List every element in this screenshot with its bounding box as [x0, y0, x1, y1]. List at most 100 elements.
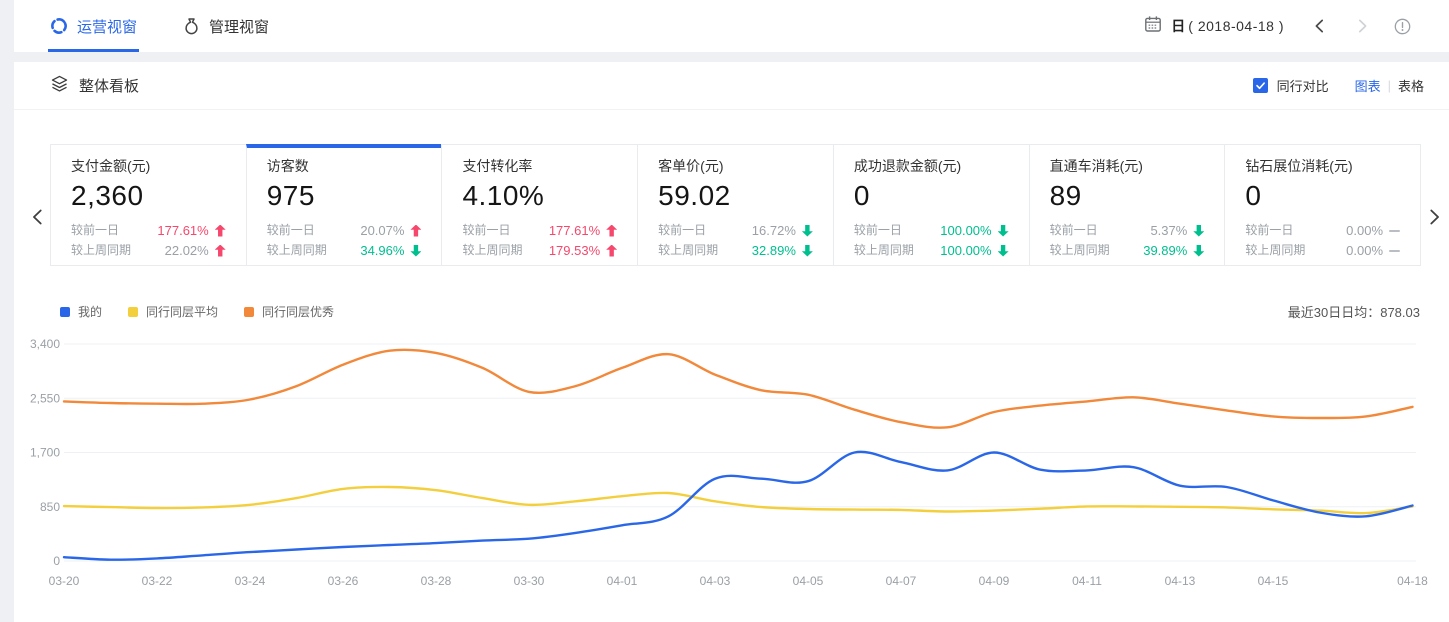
metric-title: 直通车消耗(元): [1050, 158, 1205, 175]
compare-value: 177.61%: [157, 223, 208, 238]
compare-value: 100.00%: [940, 243, 991, 258]
cards-scroll-right-button[interactable]: [1425, 208, 1443, 226]
view-toggle-divider: |: [1388, 78, 1391, 93]
legend-item-mine[interactable]: 我的: [60, 303, 102, 320]
svg-text:1,700: 1,700: [30, 446, 60, 460]
metric-card-diamond-cost[interactable]: 钻石展位消耗(元) 0 较前一日 0.00% 较上周同期 0.00%: [1224, 144, 1421, 266]
compare-last-week-row: 较上周同期 179.53%: [462, 243, 617, 258]
tab-operation-view[interactable]: 运营视窗: [50, 0, 137, 52]
compare-prev-day-row: 较前一日 16.72%: [658, 223, 813, 238]
overview-panel: 整体看板 同行对比 图表 | 表格 支付金额(元) 2,360 较前一日 177…: [14, 62, 1449, 622]
metric-value: 59.02: [658, 180, 813, 212]
svg-text:04-13: 04-13: [1165, 574, 1196, 588]
calendar-icon: [1144, 15, 1162, 38]
compare-last-week-row: 较上周同期 0.00%: [1245, 243, 1400, 258]
compare-label: 较上周同期: [658, 243, 718, 258]
metric-title: 支付转化率: [462, 158, 617, 175]
top-nav-bar: 运营视窗 管理视窗 日 ( 2018-04-18 ): [14, 0, 1449, 52]
metric-title: 访客数: [267, 158, 422, 175]
prev-date-button[interactable]: [1312, 18, 1328, 34]
svg-text:03-26: 03-26: [328, 574, 359, 588]
compare-last-week-row: 较上周同期 22.02%: [71, 243, 226, 258]
svg-text:3,400: 3,400: [30, 337, 60, 351]
compare-label: 较前一日: [658, 223, 706, 238]
compare-value: 16.72%: [752, 223, 796, 238]
svg-text:03-20: 03-20: [49, 574, 80, 588]
avg-30d-label: 最近30日日均：878.03: [1288, 302, 1420, 321]
trend-arrow-icon: [606, 245, 617, 257]
metric-value: 2,360: [71, 180, 226, 212]
svg-text:03-22: 03-22: [142, 574, 173, 588]
metric-card-refund-amount[interactable]: 成功退款金额(元) 0 较前一日 100.00% 较上周同期 100.00%: [833, 144, 1030, 266]
svg-text:0: 0: [53, 554, 60, 568]
trend-line-chart: 08501,7002,5503,40003-2003-2203-2403-260…: [14, 333, 1449, 608]
legend-label: 我的: [78, 303, 102, 320]
compare-prev-day-row: 较前一日 177.61%: [462, 223, 617, 238]
trend-arrow-icon: [998, 225, 1009, 237]
metric-card-payment-amount[interactable]: 支付金额(元) 2,360 较前一日 177.61% 较上周同期 22.02%: [50, 144, 247, 266]
metric-title: 客单价(元): [658, 158, 813, 175]
metric-card-ztc-cost[interactable]: 直通车消耗(元) 89 较前一日 5.37% 较上周同期 39.89%: [1029, 144, 1226, 266]
svg-text:04-05: 04-05: [793, 574, 824, 588]
view-toggle-chart[interactable]: 图表: [1355, 76, 1381, 95]
compare-value: 32.89%: [752, 243, 796, 258]
svg-text:03-30: 03-30: [514, 574, 545, 588]
date-granularity[interactable]: 日: [1171, 16, 1185, 36]
board-title: 整体看板: [79, 75, 139, 96]
metric-title: 支付金额(元): [71, 158, 226, 175]
trend-arrow-icon: [215, 225, 226, 237]
peer-compare-label[interactable]: 同行对比: [1277, 76, 1329, 95]
compare-value: 20.07%: [360, 223, 404, 238]
compare-label: 较前一日: [1245, 223, 1293, 238]
compare-prev-day-row: 较前一日 5.37%: [1050, 223, 1205, 238]
compare-label: 较前一日: [1050, 223, 1098, 238]
trend-arrow-icon: [606, 225, 617, 237]
compare-value: 0.00%: [1346, 243, 1383, 258]
trend-arrow-icon: [1389, 230, 1400, 232]
metric-cards-row: 支付金额(元) 2,360 较前一日 177.61% 较上周同期 22.02% …: [50, 144, 1421, 266]
compare-prev-day-row: 较前一日 100.00%: [854, 223, 1009, 238]
compare-last-week-row: 较上周同期 39.89%: [1050, 243, 1205, 258]
legend-item-peer-best[interactable]: 同行同层优秀: [244, 303, 334, 320]
trend-arrow-icon: [1193, 245, 1204, 257]
compare-label: 较上周同期: [267, 243, 327, 258]
svg-text:2,550: 2,550: [30, 391, 60, 405]
compare-label: 较上周同期: [462, 243, 522, 258]
compare-value: 5.37%: [1150, 223, 1187, 238]
trend-arrow-icon: [215, 245, 226, 257]
money-bag-icon: [183, 17, 200, 35]
operation-view-icon: [50, 17, 68, 35]
svg-text:04-11: 04-11: [1072, 574, 1102, 588]
legend-label: 同行同层平均: [146, 303, 218, 320]
tab-operation-view-label: 运营视窗: [77, 16, 137, 37]
compare-label: 较上周同期: [71, 243, 131, 258]
metric-card-avg-order-value[interactable]: 客单价(元) 59.02 较前一日 16.72% 较上周同期 32.89%: [637, 144, 834, 266]
compare-label: 较上周同期: [1245, 243, 1305, 258]
compare-label: 较上周同期: [1050, 243, 1110, 258]
legend-item-peer-average[interactable]: 同行同层平均: [128, 303, 218, 320]
compare-value: 179.53%: [549, 243, 600, 258]
tab-management-view[interactable]: 管理视窗: [183, 0, 269, 52]
chart-header: 我的 同行同层平均 同行同层优秀 最近30日日均：878.03: [60, 302, 1420, 321]
compare-label: 较前一日: [267, 223, 315, 238]
compare-prev-day-row: 较前一日 0.00%: [1245, 223, 1400, 238]
svg-text:04-18: 04-18: [1397, 574, 1428, 588]
metric-card-conversion-rate[interactable]: 支付转化率 4.10% 较前一日 177.61% 较上周同期 179.53%: [441, 144, 638, 266]
metric-title: 钻石展位消耗(元): [1245, 158, 1400, 175]
svg-text:04-09: 04-09: [979, 574, 1010, 588]
info-icon[interactable]: [1394, 18, 1411, 35]
trend-arrow-icon: [410, 225, 421, 237]
next-date-button[interactable]: [1354, 18, 1370, 34]
metric-card-visitors[interactable]: 访客数 975 较前一日 20.07% 较上周同期 34.96%: [246, 144, 443, 266]
compare-last-week-row: 较上周同期 32.89%: [658, 243, 813, 258]
trend-arrow-icon: [802, 225, 813, 237]
peer-compare-checkbox[interactable]: [1253, 78, 1268, 93]
compare-label: 较前一日: [854, 223, 902, 238]
svg-text:04-07: 04-07: [886, 574, 917, 588]
cards-scroll-left-button[interactable]: [29, 208, 47, 226]
tab-management-view-label: 管理视窗: [209, 16, 269, 37]
compare-value: 177.61%: [549, 223, 600, 238]
metric-value: 975: [267, 180, 422, 212]
date-value[interactable]: ( 2018-04-18 ): [1188, 18, 1284, 34]
view-toggle-table[interactable]: 表格: [1398, 76, 1424, 95]
